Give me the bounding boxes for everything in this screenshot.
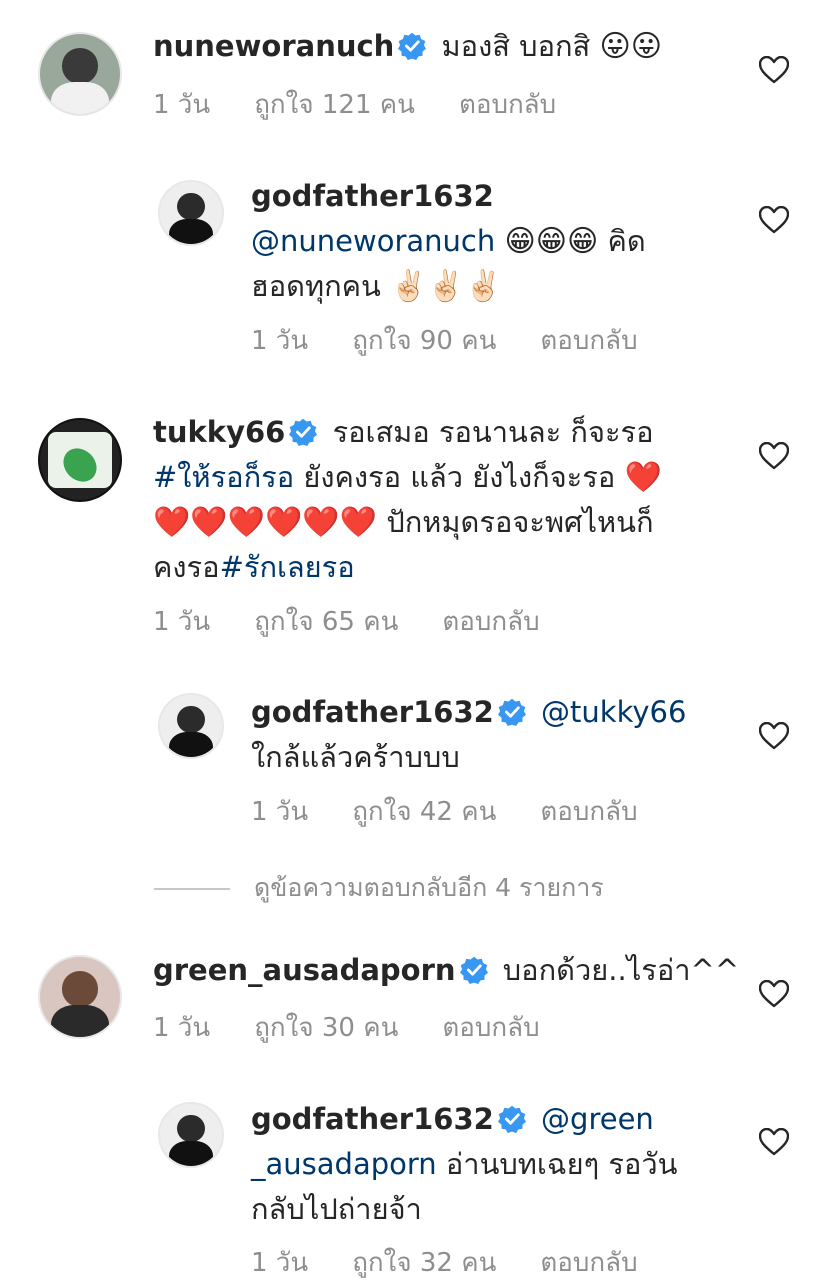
comment-body: nuneworanuch มองสิ บอกสิ 😛😛	[153, 24, 662, 69]
comment-text: รอเสมอ รอนานละ ก็จะรอ	[332, 415, 654, 449]
heart-icon[interactable]	[759, 206, 789, 234]
comment-body: green_ausadaporn บอกด้วย..ไรอ่า^^	[153, 948, 739, 993]
victory-hand-icon: ✌🏻✌🏻✌🏻	[390, 269, 503, 304]
comment-meta: 1 วัน ถูกใจ 121 คน ตอบกลับ	[153, 84, 600, 125]
heart-icon[interactable]	[759, 980, 789, 1008]
comment-text: กลับไปถ่ายจ้า	[251, 1192, 422, 1226]
divider-line	[154, 888, 230, 890]
avatar[interactable]	[38, 418, 122, 502]
comment-text: คงรอ	[153, 550, 220, 584]
mention-link[interactable]: @nuneworanuch	[251, 224, 495, 258]
timestamp: 1 วัน	[153, 607, 211, 637]
view-more-replies-button[interactable]: ดูข้อความตอบกลับอีก 4 รายการ	[154, 868, 604, 908]
verified-badge-icon	[289, 418, 317, 446]
verified-badge-icon	[460, 956, 488, 984]
username[interactable]: godfather1632	[251, 695, 494, 729]
verified-badge-icon	[498, 698, 526, 726]
avatar[interactable]	[38, 32, 122, 116]
comment-text: ยังคงรอ แล้ว ยังไงก็จะรอ	[303, 460, 616, 494]
verified-badge-icon	[498, 1105, 526, 1133]
username[interactable]: nuneworanuch	[153, 29, 394, 63]
comment-text: ฮอดทุกคน	[251, 269, 381, 303]
timestamp: 1 วัน	[251, 326, 309, 356]
comment-meta: 1 วัน ถูกใจ 65 คน ตอบกลับ	[153, 601, 584, 642]
timestamp: 1 วัน	[251, 797, 309, 827]
username[interactable]: green_ausadaporn	[153, 953, 456, 987]
avatar[interactable]	[38, 955, 122, 1039]
hashtag-link[interactable]: #รักเลยรอ	[220, 550, 355, 584]
heart-icon[interactable]	[759, 722, 789, 750]
comment-text: ใกล้แล้วคร้าบบบ	[251, 740, 460, 774]
comment-text: บอกด้วย..ไรอ่า^^	[502, 953, 740, 987]
grin-emoji-icon: 😁😁😁	[504, 224, 599, 259]
avatar[interactable]	[158, 1102, 224, 1168]
comment-meta: 1 วัน ถูกใจ 30 คน ตอบกลับ	[153, 1007, 584, 1048]
hashtag-link[interactable]: #ให้รอก็รอ	[153, 460, 294, 494]
heart-icon[interactable]	[759, 442, 789, 470]
tongue-emoji-icon: 😛😛	[599, 29, 663, 64]
comment-body: godfather1632 @green _ausadaporn อ่านบทเ…	[251, 1097, 721, 1232]
avatar[interactable]	[158, 180, 224, 246]
timestamp: 1 วัน	[251, 1248, 309, 1278]
heart-icon[interactable]	[759, 56, 789, 84]
comment-body: godfather1632 @nuneworanuch 😁😁😁 คิด ฮอดท…	[251, 174, 691, 309]
timestamp: 1 วัน	[153, 1013, 211, 1043]
mention-link[interactable]: @tukky66	[541, 695, 686, 729]
comment-text: มองสิ บอกสิ	[441, 29, 591, 63]
heart-emoji-icon: ❤️	[624, 460, 662, 495]
comment-body: tukky66 รอเสมอ รอนานละ ก็จะรอ #ให้รอก็รอ…	[153, 410, 713, 590]
like-count[interactable]: ถูกใจ 65 คน	[254, 607, 398, 637]
verified-badge-icon	[398, 32, 426, 60]
mention-link[interactable]: _ausadaporn	[251, 1147, 437, 1181]
username[interactable]: godfather1632	[251, 1102, 494, 1136]
reply-button[interactable]: ตอบกลับ	[540, 797, 637, 827]
mention-link[interactable]: @green	[541, 1102, 654, 1136]
view-more-label: ดูข้อความตอบกลับอีก 4 รายการ	[254, 873, 604, 902]
username[interactable]: tukky66	[153, 415, 285, 449]
heart-icon[interactable]	[759, 1128, 789, 1156]
like-count[interactable]: ถูกใจ 121 คน	[254, 90, 415, 120]
reply-button[interactable]: ตอบกลับ	[442, 1013, 539, 1043]
comment-text: ปักหมุดรอจะพศไหนก็	[386, 505, 654, 539]
like-count[interactable]: ถูกใจ 30 คน	[254, 1013, 398, 1043]
heart-emoji-icon: ❤️❤️❤️❤️❤️❤️	[153, 505, 378, 540]
timestamp: 1 วัน	[153, 90, 211, 120]
comment-meta: 1 วัน ถูกใจ 42 คน ตอบกลับ	[251, 791, 682, 832]
avatar[interactable]	[158, 693, 224, 759]
reply-button[interactable]: ตอบกลับ	[540, 326, 637, 356]
like-count[interactable]: ถูกใจ 42 คน	[352, 797, 496, 827]
comment-meta: 1 วัน ถูกใจ 90 คน ตอบกลับ	[251, 320, 682, 361]
like-count[interactable]: ถูกใจ 90 คน	[352, 326, 496, 356]
username[interactable]: godfather1632	[251, 179, 494, 213]
reply-button[interactable]: ตอบกลับ	[459, 90, 556, 120]
comment-text: คิด	[607, 224, 646, 258]
comment-body: godfather1632 @tukky66 ใกล้แล้วคร้าบบบ	[251, 690, 711, 780]
comment-text: อ่านบทเฉยๆ รอวัน	[445, 1147, 678, 1181]
reply-button[interactable]: ตอบกลับ	[442, 607, 539, 637]
comment-meta: 1 วัน ถูกใจ 32 คน ตอบกลับ	[251, 1242, 682, 1283]
reply-button[interactable]: ตอบกลับ	[540, 1248, 637, 1278]
like-count[interactable]: ถูกใจ 32 คน	[352, 1248, 496, 1278]
